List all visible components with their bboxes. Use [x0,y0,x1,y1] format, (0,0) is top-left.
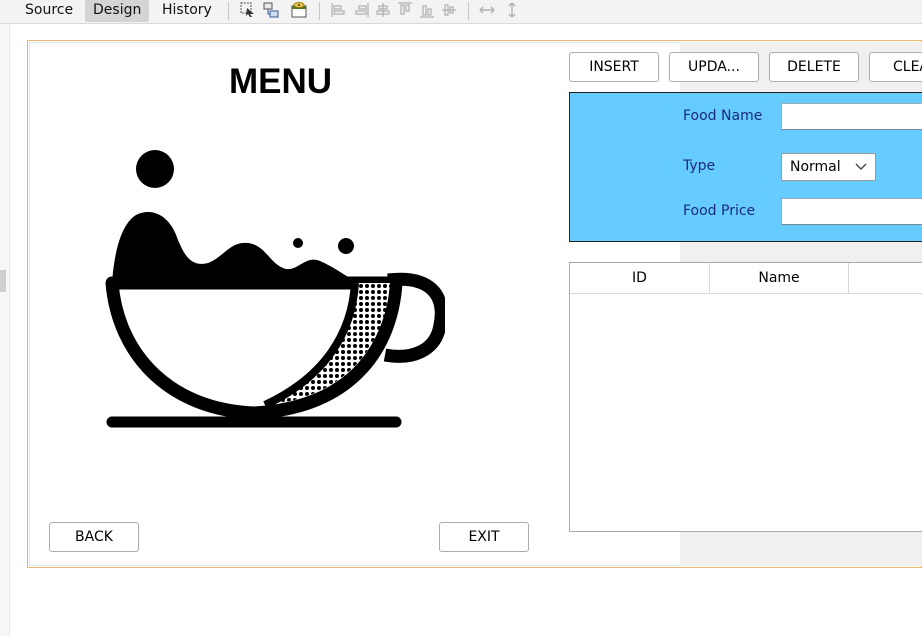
selection-mode-icon[interactable] [240,2,256,18]
same-height-icon[interactable] [504,2,520,18]
type-label: Type [683,158,716,174]
form-title: MENU [229,62,333,101]
connection-mode-icon[interactable] [263,2,279,18]
column-header-id[interactable]: ID [570,263,710,293]
tab-history[interactable]: History [154,0,220,22]
food-price-label: Food Price [683,203,756,219]
coffee-cup-icon [100,145,448,430]
align-top-icon[interactable] [397,2,413,18]
type-select-value: Normal [790,159,841,175]
back-button[interactable]: BACK [49,522,139,552]
gutter-marker [0,270,6,292]
column-header-name[interactable]: Name [710,263,849,293]
food-name-field[interactable] [781,103,922,130]
tab-source[interactable]: Source [17,0,81,22]
type-select[interactable]: Normal [781,153,876,181]
align-bottom-icon[interactable] [419,2,435,18]
food-name-label: Food Name [683,108,763,124]
delete-button[interactable]: DELETE [769,52,859,82]
editor-left-gutter [0,24,10,636]
editor-toolbar: Source Design History [0,0,922,24]
toolbar-separator [319,2,320,20]
align-left-icon[interactable] [331,2,347,18]
center-horizontal-icon[interactable] [375,2,391,18]
update-button[interactable]: UPDA... [669,52,759,82]
clear-button[interactable]: CLEA [869,52,922,82]
chevron-down-icon [855,156,867,176]
food-table[interactable]: ID Name [569,262,922,532]
preview-design-icon[interactable] [291,2,307,18]
align-right-icon[interactable] [353,2,369,18]
insert-button[interactable]: INSERT [569,52,659,82]
food-price-field[interactable] [781,198,922,225]
table-header: ID Name [570,263,922,294]
toolbar-separator [228,2,229,20]
tab-design[interactable]: Design [85,0,150,22]
toolbar-separator [468,2,469,20]
center-vertical-icon[interactable] [441,2,457,18]
exit-button[interactable]: EXIT [439,522,529,552]
same-width-icon[interactable] [479,2,495,18]
